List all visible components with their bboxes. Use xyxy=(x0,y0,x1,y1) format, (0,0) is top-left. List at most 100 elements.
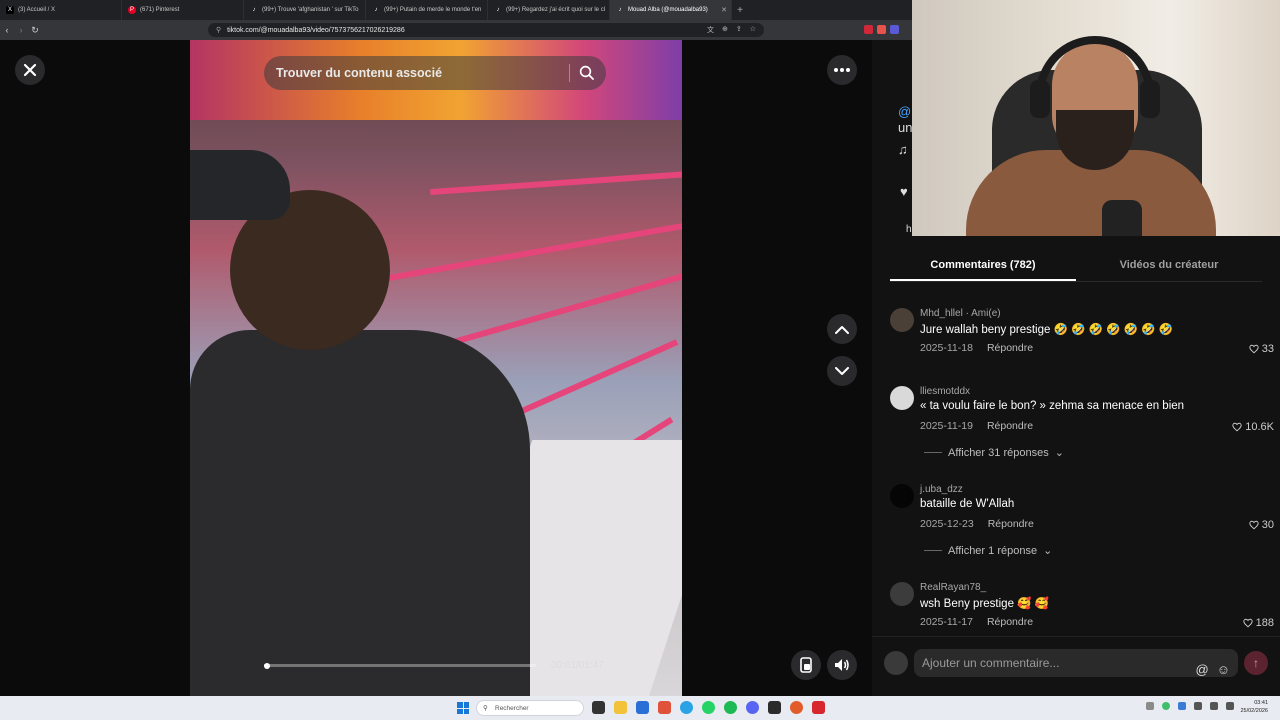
comment-like-button[interactable]: 33 xyxy=(1249,343,1274,355)
like-heart-icon[interactable]: ♥ xyxy=(900,184,908,199)
spotify-icon[interactable] xyxy=(724,701,737,714)
browser-tab[interactable]: ♪ (99+) Regardez j'ai écrit quoi sur le c… xyxy=(488,0,610,20)
heart-outline-icon xyxy=(1249,520,1259,530)
comment-input[interactable]: Ajouter un commentaire... @ ☺ xyxy=(914,649,1238,677)
whatsapp-icon[interactable] xyxy=(702,701,715,714)
link-partial[interactable]: h xyxy=(906,224,912,235)
search-icon[interactable] xyxy=(578,64,596,82)
share-icon[interactable]: ⇪ xyxy=(736,25,742,35)
more-dots-icon xyxy=(834,68,850,72)
mini-player-button[interactable] xyxy=(791,650,821,680)
bookmark-star-icon[interactable]: ☆ xyxy=(750,25,756,35)
previous-video-button[interactable] xyxy=(827,314,857,344)
file-explorer-icon[interactable] xyxy=(614,701,627,714)
volume-icon[interactable] xyxy=(1210,702,1218,710)
progress-handle[interactable] xyxy=(263,662,270,669)
volume-button[interactable] xyxy=(827,650,857,680)
comment-date: 2025-11-18 xyxy=(920,342,973,354)
browser-tab-active[interactable]: ♪ Mouad Alba (@mouadalba93) ✕ xyxy=(610,0,732,20)
discord-icon[interactable] xyxy=(746,701,759,714)
tab-creator-videos[interactable]: Vidéos du créateur xyxy=(1076,252,1262,281)
telegram-icon[interactable] xyxy=(680,701,693,714)
store-icon[interactable] xyxy=(636,701,649,714)
comment-username[interactable]: j.uba_dzz xyxy=(920,484,963,495)
taskbar-search[interactable]: ⚲ Rechercher xyxy=(476,700,584,716)
pinterest-logo-icon: P xyxy=(128,6,136,14)
browser-tab[interactable]: ♪ (99+) Trouve 'afghanistan ' sur TikTo xyxy=(244,0,366,20)
battery-icon[interactable] xyxy=(1226,702,1234,710)
tray-app-icon[interactable] xyxy=(1162,702,1170,710)
comment-item: j.uba_dzz bataille de W'Allah 2025-12-23… xyxy=(890,484,1274,564)
author-handle-partial[interactable]: @ xyxy=(898,104,911,119)
avatar[interactable] xyxy=(890,484,914,508)
reply-button[interactable]: Répondre xyxy=(987,342,1033,354)
comment-username[interactable]: lliesmotddx xyxy=(920,386,970,397)
reply-button[interactable]: Répondre xyxy=(987,616,1033,628)
translate-icon[interactable]: 文 xyxy=(707,25,714,35)
extension-icon[interactable] xyxy=(890,25,899,34)
headset-earcup xyxy=(1140,80,1160,118)
new-tab-button[interactable]: + xyxy=(732,5,748,16)
music-note-icon[interactable]: ♫ xyxy=(898,142,908,157)
browser-tab[interactable]: ♪ (99+) Putain de merde le monde t'en xyxy=(366,0,488,20)
emoji-icon[interactable]: ☺ xyxy=(1217,656,1230,684)
brave-browser-icon[interactable] xyxy=(658,701,671,714)
browser-tab[interactable]: P (671) Pinterest xyxy=(122,0,244,20)
reply-button[interactable]: Répondre xyxy=(987,420,1033,432)
close-tab-icon[interactable]: ✕ xyxy=(721,6,727,14)
show-replies-button[interactable]: Afficher 1 réponse ⌄ xyxy=(924,544,1052,557)
description-partial: un xyxy=(898,120,913,135)
url-text: tiktok.com/@mouadalba93/video/7573756217… xyxy=(227,26,405,34)
app-icon[interactable] xyxy=(812,701,825,714)
tiktok-logo-icon: ♪ xyxy=(252,7,256,13)
extension-icon[interactable] xyxy=(864,25,873,34)
comment-text: bataille de W'Allah xyxy=(920,498,1015,510)
address-bar[interactable]: ⚲ tiktok.com/@mouadalba93/video/75737562… xyxy=(208,23,764,37)
tab-comments[interactable]: Commentaires (782) xyxy=(890,252,1076,281)
comment-like-button[interactable]: 30 xyxy=(1249,519,1274,531)
forward-icon[interactable]: › xyxy=(14,25,28,35)
chevron-down-icon xyxy=(835,366,849,375)
video-time: 00:01/01:47 xyxy=(551,660,604,671)
comment-item: RealRayan78_ wsh Beny prestige 🥰 🥰 2025-… xyxy=(890,582,1274,638)
comment-like-button[interactable]: 10.6K xyxy=(1232,421,1274,433)
related-content-search[interactable]: Trouver du contenu associé xyxy=(264,56,606,90)
tray-app-icon[interactable] xyxy=(1178,702,1186,710)
next-video-button[interactable] xyxy=(827,356,857,386)
floating-player-icon xyxy=(800,657,812,673)
avatar[interactable] xyxy=(890,582,914,606)
site-info-icon[interactable]: ⚲ xyxy=(216,26,221,34)
back-icon[interactable]: ‹ xyxy=(0,25,14,35)
app-icon[interactable] xyxy=(768,701,781,714)
comment-date: 2025-12-23 xyxy=(920,518,974,530)
task-view-icon[interactable] xyxy=(592,701,605,714)
mention-icon[interactable]: @ xyxy=(1196,656,1209,684)
person-cap xyxy=(190,150,290,220)
browser-tab[interactable]: X (3) Accueil / X xyxy=(0,0,122,20)
comment-username[interactable]: RealRayan78_ xyxy=(920,582,986,593)
zoom-icon[interactable]: ⊕ xyxy=(722,25,728,35)
comment-text: wsh Beny prestige 🥰 🥰 xyxy=(920,598,1049,610)
chevron-up-icon[interactable] xyxy=(1146,702,1154,710)
avatar[interactable] xyxy=(890,308,914,332)
divider xyxy=(924,452,942,453)
comment-like-button[interactable]: 188 xyxy=(1243,617,1274,629)
windows-start-icon[interactable] xyxy=(457,702,469,714)
reload-icon[interactable]: ↻ xyxy=(28,25,42,36)
video-player[interactable] xyxy=(190,40,682,696)
extension-icon[interactable] xyxy=(877,25,886,34)
video-progress-bar[interactable] xyxy=(263,662,536,669)
more-options-button[interactable] xyxy=(827,55,857,85)
headset-icon xyxy=(1036,36,1154,106)
send-comment-button[interactable]: ↑ xyxy=(1244,651,1268,675)
close-button[interactable] xyxy=(15,55,45,85)
show-replies-button[interactable]: Afficher 31 réponses ⌄ xyxy=(924,446,1064,459)
app-icon[interactable] xyxy=(790,701,803,714)
taskbar-clock[interactable]: 03:41 25/02/2026 xyxy=(1240,699,1268,715)
comment-username[interactable]: Mhd_hllel · Ami(e) xyxy=(920,308,1001,319)
avatar[interactable] xyxy=(890,386,914,410)
heart-outline-icon xyxy=(1249,344,1259,354)
webcam-overlay xyxy=(912,0,1280,236)
reply-button[interactable]: Répondre xyxy=(988,518,1034,530)
wifi-icon[interactable] xyxy=(1194,702,1202,710)
